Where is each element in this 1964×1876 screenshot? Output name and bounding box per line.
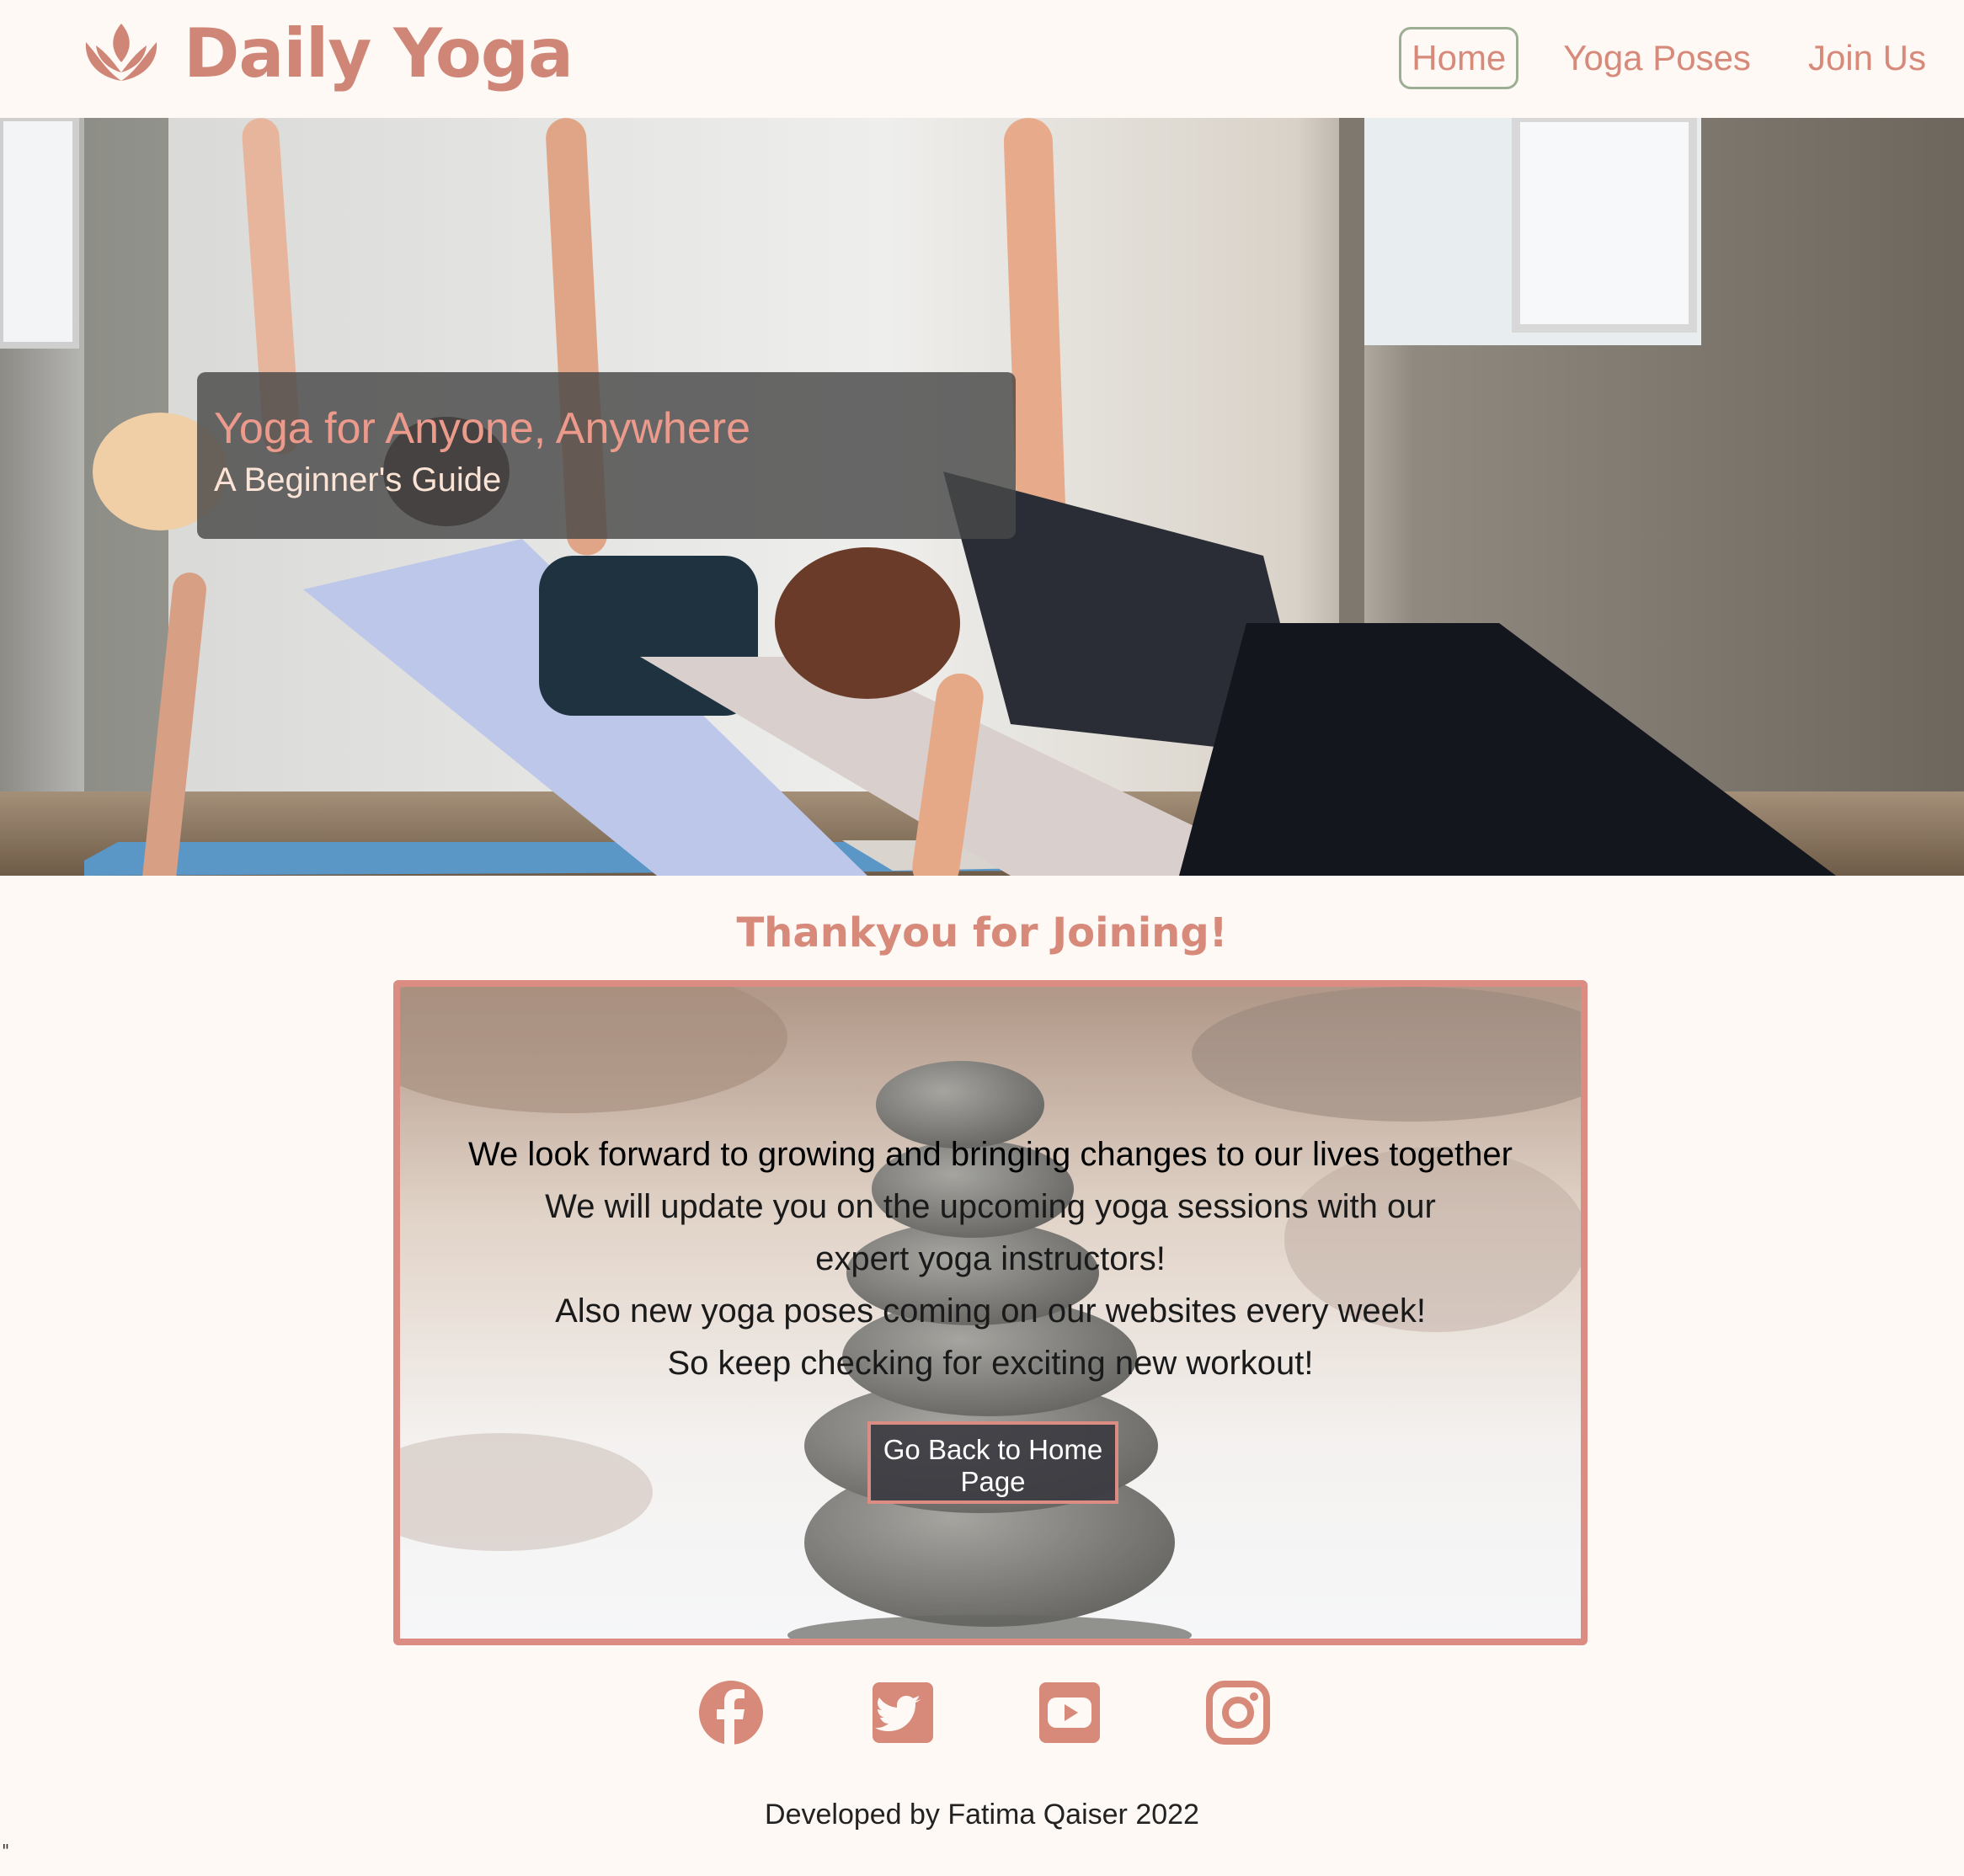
site-header: Daily Yoga Home Yoga Poses Join Us bbox=[0, 0, 1964, 118]
thanks-message: We look forward to growing and bringing … bbox=[400, 1128, 1581, 1389]
nav-join-us[interactable]: Join Us bbox=[1796, 27, 1939, 89]
brand[interactable]: Daily Yoga bbox=[81, 12, 574, 96]
nav-home[interactable]: Home bbox=[1399, 27, 1519, 89]
twitter-icon[interactable] bbox=[869, 1679, 937, 1746]
thanks-line-2: expert yoga instructors! bbox=[815, 1240, 1166, 1277]
hero-banner: Yoga for Anyone, Anywhere A Beginner's G… bbox=[0, 118, 1964, 876]
hero-title: Yoga for Anyone, Anywhere bbox=[214, 404, 750, 453]
thanks-line-3: Also new yoga poses coming on our websit… bbox=[555, 1292, 1426, 1330]
thanks-card: We look forward to growing and bringing … bbox=[393, 980, 1588, 1645]
hero-caption: Yoga for Anyone, Anywhere A Beginner's G… bbox=[197, 372, 1016, 539]
social-links bbox=[0, 1679, 1964, 1746]
youtube-icon[interactable] bbox=[1036, 1679, 1103, 1746]
instagram-icon[interactable] bbox=[1204, 1679, 1272, 1746]
go-back-home-button[interactable]: Go Back to Home Page bbox=[867, 1421, 1118, 1504]
facebook-icon[interactable] bbox=[697, 1679, 765, 1746]
hero-subtitle: A Beginner's Guide bbox=[214, 461, 502, 498]
thanks-lead: We look forward to growing and bringing … bbox=[468, 1136, 1513, 1173]
lotus-icon bbox=[85, 24, 157, 81]
stray-text: " bbox=[2, 1841, 10, 1861]
brand-name: Daily Yoga bbox=[184, 14, 574, 93]
footer-credit: Developed by Fatima Qaiser 2022 bbox=[765, 1799, 1199, 1831]
main-nav: Home Yoga Poses Join Us bbox=[1367, 22, 1939, 94]
thanks-line-1: We will update you on the upcoming yoga … bbox=[545, 1188, 1436, 1225]
thanks-heading: Thankyou for Joining! bbox=[736, 909, 1228, 957]
thanks-line-4: So keep checking for exciting new workou… bbox=[667, 1345, 1314, 1382]
nav-yoga-poses[interactable]: Yoga Poses bbox=[1550, 27, 1764, 89]
